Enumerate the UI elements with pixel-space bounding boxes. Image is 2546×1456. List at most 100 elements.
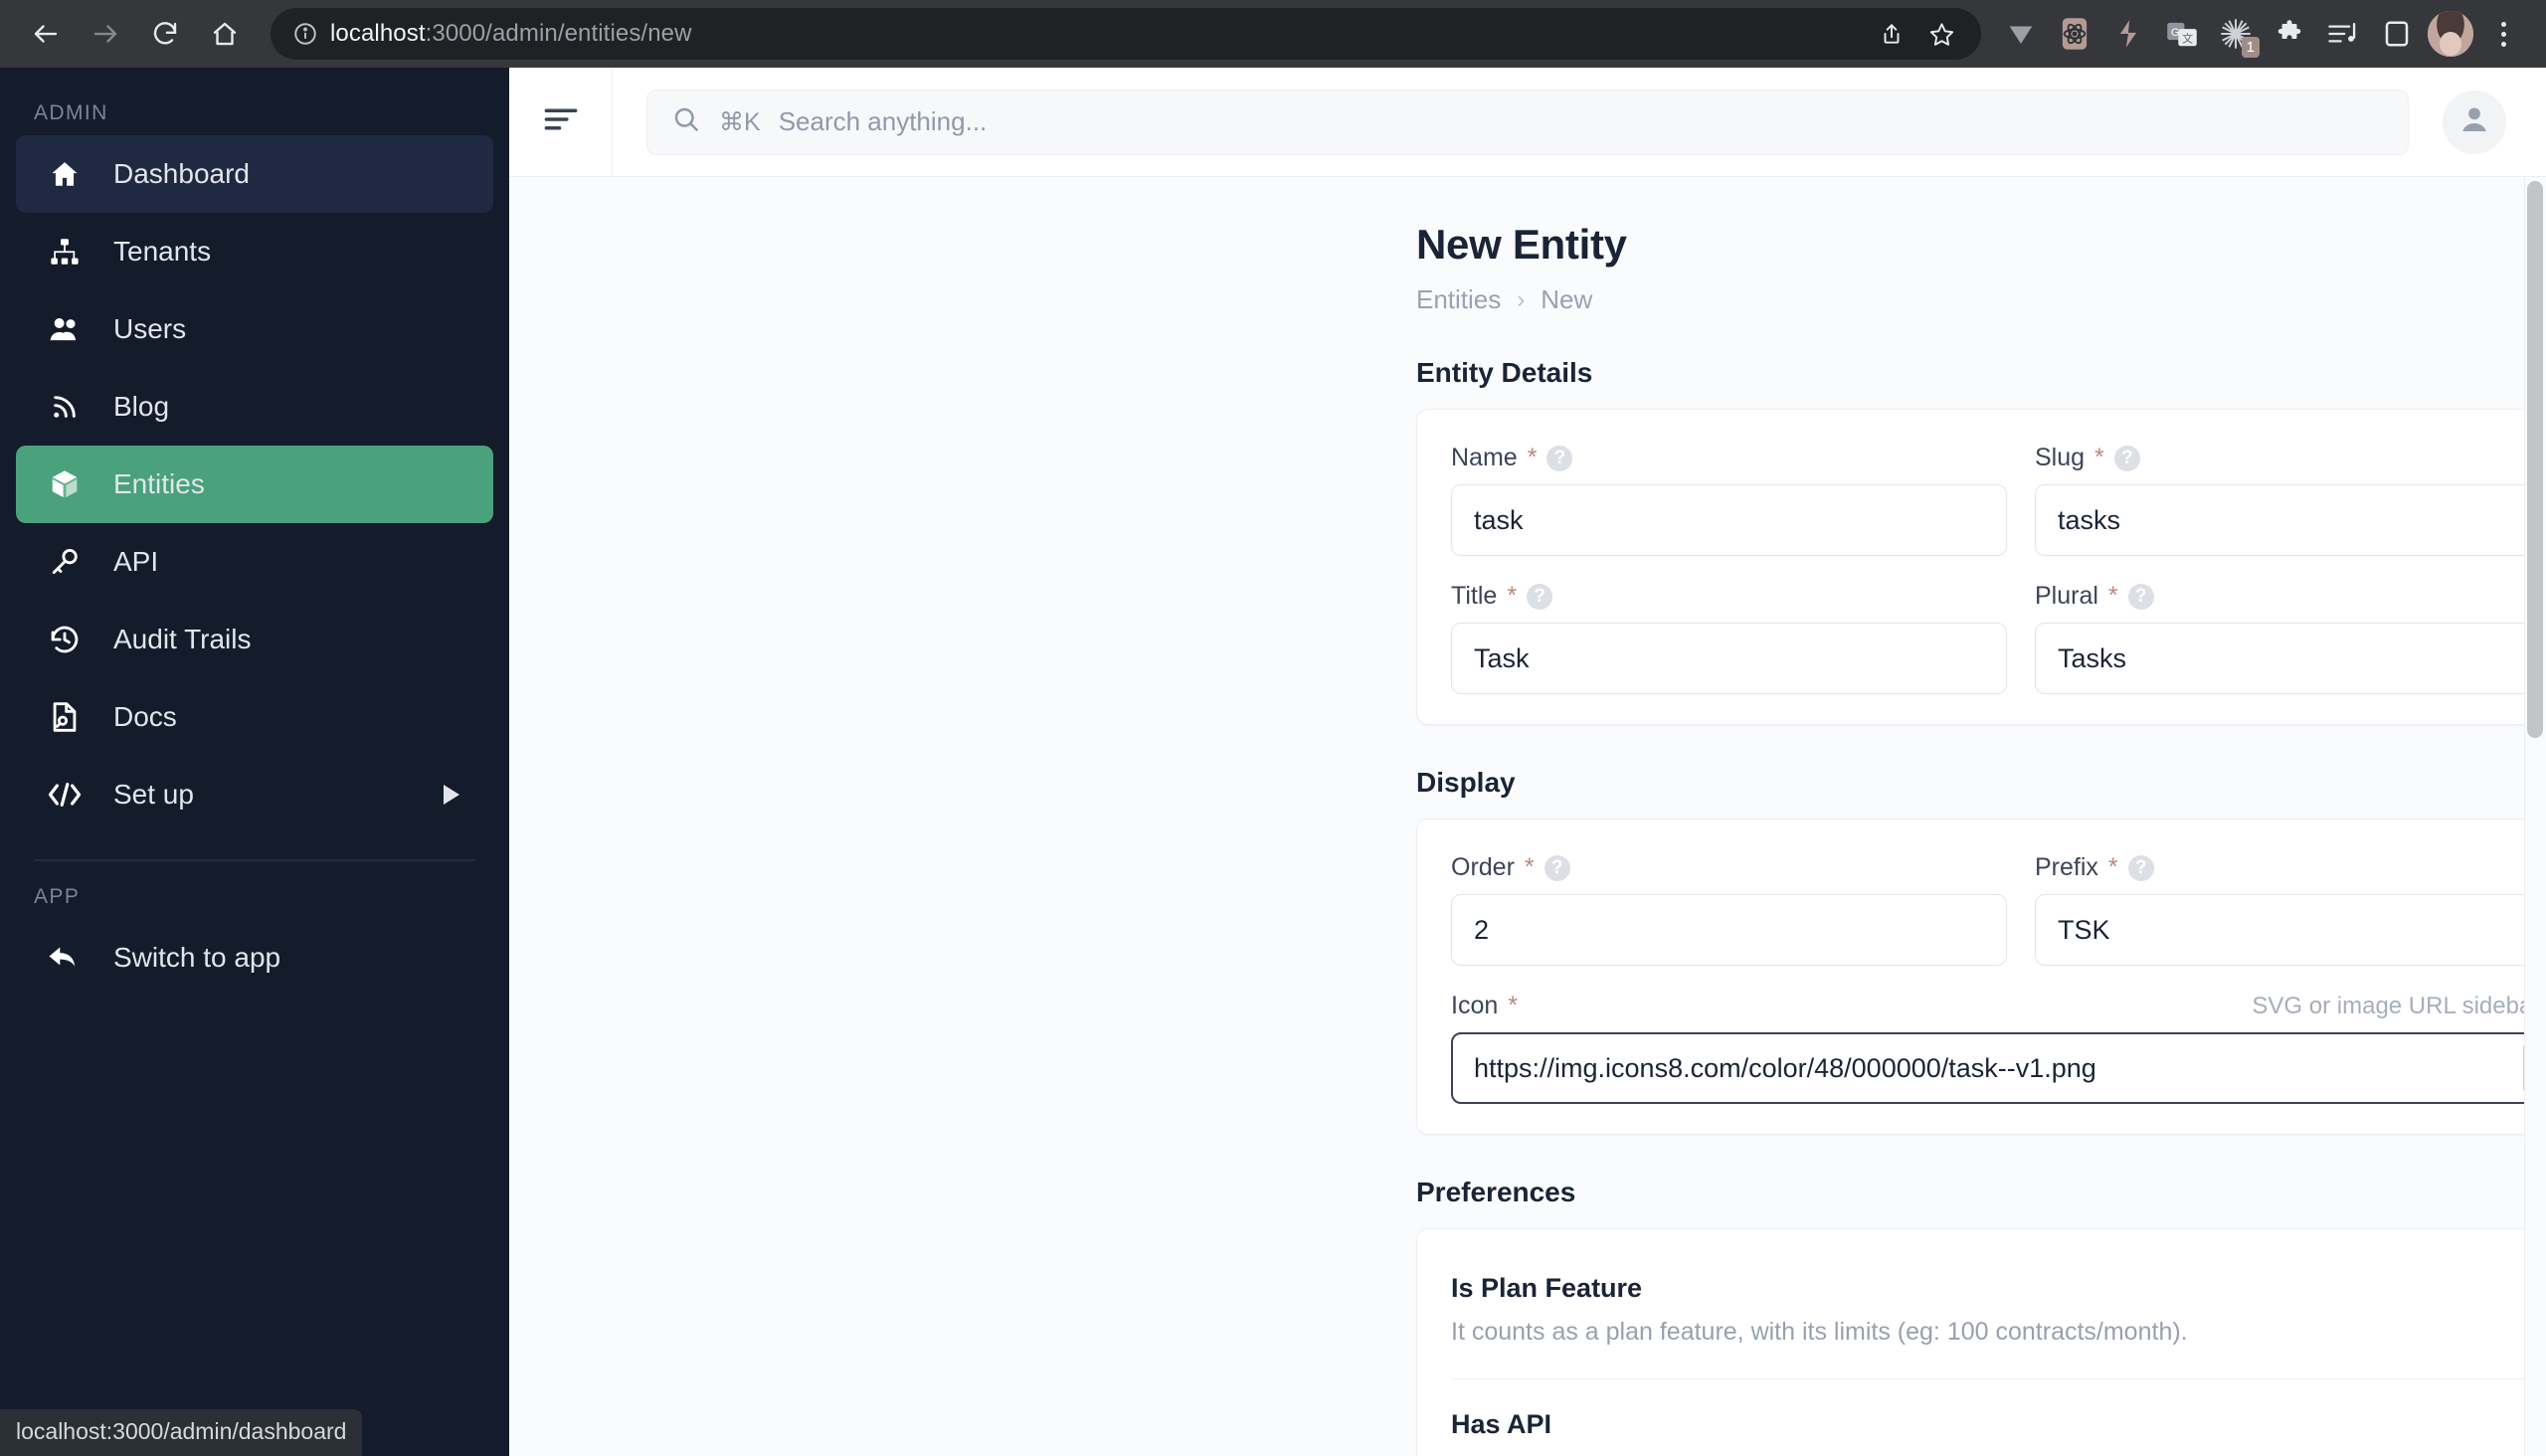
star-icon[interactable] xyxy=(1919,12,1963,56)
code-brackets-icon xyxy=(44,779,86,811)
preference-title: Is Plan Feature xyxy=(1451,1273,1643,1303)
section-heading-entity-details: Entity Details xyxy=(1416,357,1593,388)
address-bar[interactable]: localhost:3000/admin/entities/new xyxy=(271,8,1981,60)
sidebar-toggle-button[interactable] xyxy=(509,67,613,177)
icon-input-value: https://img.icons8.com/color/48/000000/t… xyxy=(1474,1052,2096,1083)
reply-arrow-icon xyxy=(44,942,86,974)
site-info-icon[interactable] xyxy=(288,17,322,51)
sidebar-item-label: Audit Trails xyxy=(113,624,252,654)
url-path: :3000/admin/entities/new xyxy=(425,20,692,47)
field-slug: Slug * ? tasks xyxy=(2035,444,2546,556)
required-marker: * xyxy=(2094,444,2104,471)
search-input[interactable]: ⌘K Search anything... xyxy=(646,89,2409,155)
reload-button[interactable] xyxy=(137,6,193,62)
home-icon xyxy=(210,19,240,49)
avatar xyxy=(2428,11,2473,57)
help-icon[interactable]: ? xyxy=(2127,854,2154,881)
sidebar-item-audit-trails[interactable]: Audit Trails xyxy=(16,601,493,678)
top-bar: ⌘K Search anything... xyxy=(509,67,2546,177)
search-shortcut-label: ⌘K xyxy=(719,107,761,136)
label-text: Icon xyxy=(1451,992,1499,1019)
label-text: Plural xyxy=(2035,582,2098,610)
address-bar-text: localhost:3000/admin/entities/new xyxy=(330,20,692,48)
prefix-input[interactable]: TSK xyxy=(2035,894,2546,966)
react-devtools-extension-icon[interactable] xyxy=(2049,8,2100,60)
chevron-right-icon xyxy=(444,785,459,805)
entity-details-card: Name * ? task Slug * ? tasks Title * ? T… xyxy=(1416,409,2546,725)
sidebar-item-set-up[interactable]: Set up xyxy=(16,756,493,833)
side-panel-icon[interactable] xyxy=(2371,8,2423,60)
field-label-prefix: Prefix * ? xyxy=(2035,853,2546,882)
breadcrumb-current-new: New xyxy=(1541,284,1593,314)
required-marker: * xyxy=(2107,582,2118,610)
label-text: Prefix xyxy=(2035,853,2098,881)
vertical-scrollbar[interactable] xyxy=(2524,177,2546,1456)
user-circle-icon xyxy=(2455,100,2493,143)
sidebar-item-entities[interactable]: Entities xyxy=(16,446,493,523)
sidebar-item-users[interactable]: Users xyxy=(16,290,493,368)
history-clock-icon xyxy=(44,623,86,656)
icon-field-hint: SVG or image URL sidebar icon xyxy=(2252,993,2546,1019)
label-text: Order xyxy=(1451,853,1515,881)
icon-input[interactable]: https://img.icons8.com/color/48/000000/t… xyxy=(1451,1032,2546,1104)
sidebar: ADMIN Dashboard Tenants Users Blog Entit… xyxy=(0,68,509,1456)
supabase-extension-icon[interactable] xyxy=(2102,8,2154,60)
search-container: ⌘K Search anything... xyxy=(613,89,2443,155)
plural-input[interactable]: Tasks xyxy=(2035,623,2546,694)
help-icon[interactable]: ? xyxy=(1544,854,1570,881)
sparkle-extension-icon[interactable]: 1 xyxy=(2210,8,2262,60)
slug-input[interactable]: tasks xyxy=(2035,484,2546,556)
display-card: Order * ? 2 Prefix * ? TSK Icon * SVG or… xyxy=(1416,819,2546,1135)
sidebar-item-blog[interactable]: Blog xyxy=(16,368,493,446)
field-prefix: Prefix * ? TSK xyxy=(2035,853,2546,966)
media-queue-icon[interactable] xyxy=(2317,8,2369,60)
search-placeholder: Search anything... xyxy=(778,106,988,136)
label-text: Slug xyxy=(2035,444,2086,471)
main-area: ⌘K Search anything... New Entity Entitie… xyxy=(509,67,2546,1456)
field-order: Order * ? 2 xyxy=(1451,853,2007,966)
breadcrumb-link-entities[interactable]: Entities xyxy=(1416,284,1501,315)
share-icon[interactable] xyxy=(1870,12,1913,56)
breadcrumb-separator-icon: › xyxy=(1517,285,1526,313)
hamburger-collapse-icon xyxy=(542,104,580,139)
help-icon[interactable]: ? xyxy=(2127,583,2154,610)
account-button[interactable] xyxy=(2443,90,2506,154)
sidebar-item-tenants[interactable]: Tenants xyxy=(16,213,493,290)
help-icon[interactable]: ? xyxy=(2113,445,2140,471)
field-label-name: Name * ? xyxy=(1451,444,2007,472)
svg-text:G: G xyxy=(2171,27,2180,39)
reload-icon xyxy=(150,19,180,49)
label-text: Name xyxy=(1451,444,1518,471)
sidebar-item-label: Entities xyxy=(113,468,205,499)
help-icon[interactable]: ? xyxy=(1527,583,1553,610)
back-button[interactable] xyxy=(18,6,74,62)
home-button[interactable] xyxy=(197,6,253,62)
breadcrumb: Entities › New xyxy=(1416,284,2546,315)
sidebar-divider xyxy=(34,859,475,861)
vercel-extension-icon[interactable] xyxy=(1995,8,2047,60)
section-heading-preferences: Preferences xyxy=(1416,1177,1576,1207)
sidebar-item-api[interactable]: API xyxy=(16,523,493,601)
required-marker: * xyxy=(2107,853,2118,881)
sidebar-item-label: Set up xyxy=(113,779,194,810)
sidebar-item-label: Switch to app xyxy=(113,942,281,973)
url-host: localhost xyxy=(330,20,426,47)
name-input[interactable]: task xyxy=(1451,484,2007,556)
extension-badge: 1 xyxy=(2241,37,2260,58)
forward-button[interactable] xyxy=(78,6,133,62)
sidebar-item-docs[interactable]: Docs xyxy=(16,678,493,756)
scrollbar-thumb[interactable] xyxy=(2527,181,2543,738)
puzzle-extensions-icon[interactable] xyxy=(2264,8,2315,60)
entity-form-page: New Entity Entities › New Entity Details… xyxy=(1416,221,2546,1456)
field-icon: Icon * SVG or image URL sidebar icon htt… xyxy=(1451,992,2546,1104)
three-dot-menu-icon[interactable] xyxy=(2478,8,2528,60)
sidebar-item-label: Dashboard xyxy=(113,158,250,189)
order-input[interactable]: 2 xyxy=(1451,894,2007,966)
sidebar-item-switch-to-app[interactable]: Switch to app xyxy=(16,919,493,997)
sidebar-item-dashboard[interactable]: Dashboard xyxy=(16,135,493,213)
help-icon[interactable]: ? xyxy=(1546,445,1573,471)
google-translate-extension-icon[interactable]: G文 xyxy=(2156,8,2208,60)
title-input[interactable]: Task xyxy=(1451,623,2007,694)
profile-avatar[interactable] xyxy=(2425,8,2476,60)
icon-field-header: Icon * SVG or image URL sidebar icon xyxy=(1451,992,2546,1032)
